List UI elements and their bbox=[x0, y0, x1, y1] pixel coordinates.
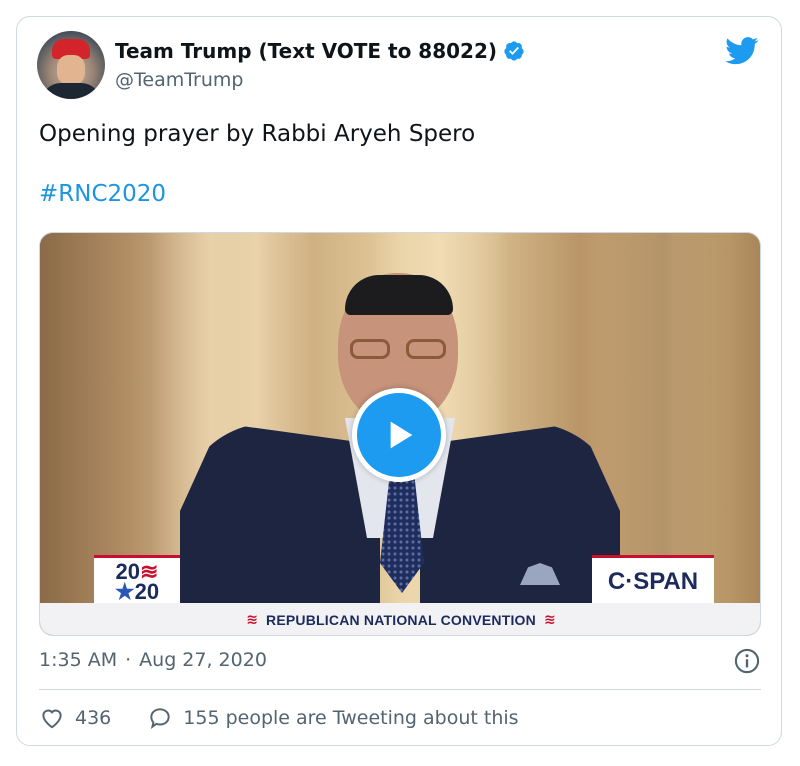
play-button[interactable] bbox=[352, 388, 446, 482]
info-icon[interactable] bbox=[733, 647, 761, 675]
avatar-face bbox=[57, 55, 85, 85]
convention-banner-text: REPUBLICAN NATIONAL CONVENTION bbox=[266, 612, 536, 628]
kippah bbox=[345, 275, 453, 315]
heart-icon bbox=[42, 709, 62, 729]
flag-stripes-icon: ≋ bbox=[543, 612, 556, 628]
tweet-text: Opening prayer by Rabbi Aryeh Spero bbox=[39, 121, 476, 147]
tweet-card: Team Trump (Text VOTE to 88022) @TeamTru… bbox=[16, 16, 782, 746]
glasses bbox=[350, 339, 446, 361]
play-icon bbox=[390, 421, 413, 449]
speech-bubble-icon bbox=[150, 708, 170, 729]
convention-banner: ≋ REPUBLICAN NATIONAL CONVENTION ≋ bbox=[40, 603, 760, 635]
like-count: 436 bbox=[75, 707, 112, 729]
twitter-bird-icon[interactable] bbox=[725, 37, 759, 65]
rnc-2020-logo: 20≋ ★20 bbox=[94, 555, 180, 605]
author-handle[interactable]: @TeamTrump bbox=[115, 69, 243, 91]
tweet-actions: 436 155 people are Tweeting about this bbox=[39, 705, 519, 731]
like-button[interactable]: 436 bbox=[39, 705, 111, 731]
video-thumbnail[interactable]: 20≋ ★20 C·SPAN ≋ REPUBLICAN NATIONAL CON… bbox=[39, 232, 761, 636]
tweet-date: Aug 27, 2020 bbox=[139, 649, 267, 671]
conversation-text: 155 people are Tweeting about this bbox=[183, 707, 519, 729]
author-display-name[interactable]: Team Trump (Text VOTE to 88022) bbox=[115, 39, 497, 63]
flag-stripes-icon: ≋ bbox=[246, 612, 259, 628]
tweet-time: 1:35 AM bbox=[39, 649, 118, 671]
avatar-suit bbox=[41, 83, 101, 99]
tweet-timestamp[interactable]: 1:35 AM · Aug 27, 2020 bbox=[39, 649, 267, 671]
avatar[interactable] bbox=[37, 31, 105, 99]
logo-2020-line2: 20 bbox=[134, 578, 160, 604]
cspan-logo: C·SPAN bbox=[592, 555, 714, 605]
hashtag-link[interactable]: #RNC2020 bbox=[39, 181, 166, 207]
logo-star-icon: ★ bbox=[114, 578, 135, 604]
verified-badge-icon bbox=[504, 41, 524, 61]
timestamp-separator: · bbox=[125, 649, 132, 671]
conversation-link[interactable]: 155 people are Tweeting about this bbox=[147, 705, 519, 731]
divider bbox=[39, 689, 761, 690]
author-name-row: Team Trump (Text VOTE to 88022) bbox=[115, 39, 525, 63]
